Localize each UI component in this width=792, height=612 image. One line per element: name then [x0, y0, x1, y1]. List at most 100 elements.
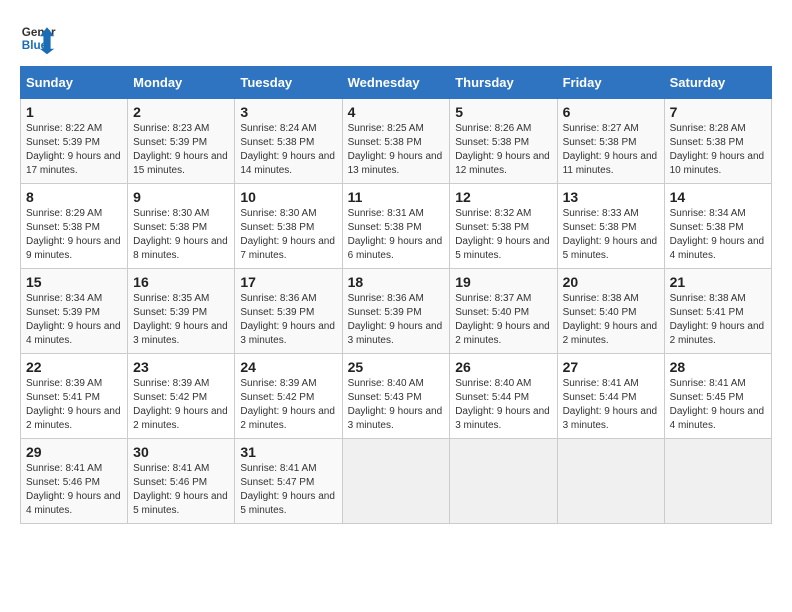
sunset-label: Sunset: 5:39 PM: [348, 307, 422, 318]
day-number: 22: [26, 359, 122, 375]
weekday-header-saturday: Saturday: [664, 67, 771, 99]
sunrise-label: Sunrise: 8:34 AM: [26, 293, 102, 304]
day-info: Sunrise: 8:39 AM Sunset: 5:42 PM Dayligh…: [240, 377, 336, 433]
day-number: 9: [133, 189, 229, 205]
sunrise-label: Sunrise: 8:41 AM: [240, 463, 316, 474]
sunrise-label: Sunrise: 8:33 AM: [563, 208, 639, 219]
sunset-label: Sunset: 5:45 PM: [670, 392, 744, 403]
day-info: Sunrise: 8:34 AM Sunset: 5:38 PM Dayligh…: [670, 207, 766, 263]
day-number: 13: [563, 189, 659, 205]
day-number: 30: [133, 444, 229, 460]
calendar-cell: 19 Sunrise: 8:37 AM Sunset: 5:40 PM Dayl…: [450, 269, 557, 354]
calendar-cell: 30 Sunrise: 8:41 AM Sunset: 5:46 PM Dayl…: [128, 439, 235, 524]
sunrise-label: Sunrise: 8:31 AM: [348, 208, 424, 219]
sunset-label: Sunset: 5:39 PM: [133, 137, 207, 148]
day-number: 18: [348, 274, 445, 290]
day-info: Sunrise: 8:30 AM Sunset: 5:38 PM Dayligh…: [240, 207, 336, 263]
day-number: 16: [133, 274, 229, 290]
calendar-cell: 25 Sunrise: 8:40 AM Sunset: 5:43 PM Dayl…: [342, 354, 450, 439]
calendar-cell: 8 Sunrise: 8:29 AM Sunset: 5:38 PM Dayli…: [21, 184, 128, 269]
day-info: Sunrise: 8:37 AM Sunset: 5:40 PM Dayligh…: [455, 292, 551, 348]
calendar-cell: 21 Sunrise: 8:38 AM Sunset: 5:41 PM Dayl…: [664, 269, 771, 354]
sunset-label: Sunset: 5:38 PM: [133, 222, 207, 233]
calendar-cell: 28 Sunrise: 8:41 AM Sunset: 5:45 PM Dayl…: [664, 354, 771, 439]
sunset-label: Sunset: 5:39 PM: [26, 307, 100, 318]
calendar-cell: 1 Sunrise: 8:22 AM Sunset: 5:39 PM Dayli…: [21, 99, 128, 184]
day-info: Sunrise: 8:38 AM Sunset: 5:40 PM Dayligh…: [563, 292, 659, 348]
calendar-cell: 4 Sunrise: 8:25 AM Sunset: 5:38 PM Dayli…: [342, 99, 450, 184]
calendar-cell: 5 Sunrise: 8:26 AM Sunset: 5:38 PM Dayli…: [450, 99, 557, 184]
calendar-cell: 16 Sunrise: 8:35 AM Sunset: 5:39 PM Dayl…: [128, 269, 235, 354]
sunrise-label: Sunrise: 8:39 AM: [26, 378, 102, 389]
sunrise-label: Sunrise: 8:27 AM: [563, 123, 639, 134]
day-number: 31: [240, 444, 336, 460]
daylight-label: Daylight: 9 hours and 5 minutes.: [455, 236, 550, 261]
day-number: 24: [240, 359, 336, 375]
day-number: 26: [455, 359, 551, 375]
daylight-label: Daylight: 9 hours and 4 minutes.: [26, 491, 121, 516]
day-info: Sunrise: 8:30 AM Sunset: 5:38 PM Dayligh…: [133, 207, 229, 263]
calendar-cell: 22 Sunrise: 8:39 AM Sunset: 5:41 PM Dayl…: [21, 354, 128, 439]
calendar-week-row: 22 Sunrise: 8:39 AM Sunset: 5:41 PM Dayl…: [21, 354, 772, 439]
sunset-label: Sunset: 5:43 PM: [348, 392, 422, 403]
sunset-label: Sunset: 5:39 PM: [26, 137, 100, 148]
daylight-label: Daylight: 9 hours and 10 minutes.: [670, 151, 765, 176]
day-number: 5: [455, 104, 551, 120]
sunset-label: Sunset: 5:38 PM: [455, 222, 529, 233]
sunset-label: Sunset: 5:40 PM: [563, 307, 637, 318]
calendar-cell: 31 Sunrise: 8:41 AM Sunset: 5:47 PM Dayl…: [235, 439, 342, 524]
sunrise-label: Sunrise: 8:39 AM: [240, 378, 316, 389]
day-number: 21: [670, 274, 766, 290]
sunset-label: Sunset: 5:38 PM: [670, 222, 744, 233]
sunset-label: Sunset: 5:38 PM: [348, 137, 422, 148]
daylight-label: Daylight: 9 hours and 12 minutes.: [455, 151, 550, 176]
daylight-label: Daylight: 9 hours and 3 minutes.: [133, 321, 228, 346]
day-info: Sunrise: 8:33 AM Sunset: 5:38 PM Dayligh…: [563, 207, 659, 263]
calendar-cell: 2 Sunrise: 8:23 AM Sunset: 5:39 PM Dayli…: [128, 99, 235, 184]
daylight-label: Daylight: 9 hours and 15 minutes.: [133, 151, 228, 176]
calendar-cell: 10 Sunrise: 8:30 AM Sunset: 5:38 PM Dayl…: [235, 184, 342, 269]
sunrise-label: Sunrise: 8:30 AM: [240, 208, 316, 219]
sunrise-label: Sunrise: 8:25 AM: [348, 123, 424, 134]
calendar-cell: 14 Sunrise: 8:34 AM Sunset: 5:38 PM Dayl…: [664, 184, 771, 269]
day-info: Sunrise: 8:39 AM Sunset: 5:42 PM Dayligh…: [133, 377, 229, 433]
day-info: Sunrise: 8:41 AM Sunset: 5:45 PM Dayligh…: [670, 377, 766, 433]
calendar-cell: [557, 439, 664, 524]
sunset-label: Sunset: 5:41 PM: [26, 392, 100, 403]
day-number: 11: [348, 189, 445, 205]
weekday-header-friday: Friday: [557, 67, 664, 99]
day-info: Sunrise: 8:29 AM Sunset: 5:38 PM Dayligh…: [26, 207, 122, 263]
daylight-label: Daylight: 9 hours and 4 minutes.: [670, 236, 765, 261]
day-info: Sunrise: 8:36 AM Sunset: 5:39 PM Dayligh…: [240, 292, 336, 348]
day-info: Sunrise: 8:27 AM Sunset: 5:38 PM Dayligh…: [563, 122, 659, 178]
sunset-label: Sunset: 5:38 PM: [26, 222, 100, 233]
weekday-header-sunday: Sunday: [21, 67, 128, 99]
sunrise-label: Sunrise: 8:41 AM: [133, 463, 209, 474]
sunrise-label: Sunrise: 8:40 AM: [455, 378, 531, 389]
day-info: Sunrise: 8:40 AM Sunset: 5:44 PM Dayligh…: [455, 377, 551, 433]
day-number: 10: [240, 189, 336, 205]
daylight-label: Daylight: 9 hours and 3 minutes.: [563, 406, 658, 431]
sunrise-label: Sunrise: 8:30 AM: [133, 208, 209, 219]
daylight-label: Daylight: 9 hours and 13 minutes.: [348, 151, 443, 176]
sunset-label: Sunset: 5:42 PM: [240, 392, 314, 403]
sunset-label: Sunset: 5:44 PM: [455, 392, 529, 403]
daylight-label: Daylight: 9 hours and 4 minutes.: [26, 321, 121, 346]
day-number: 17: [240, 274, 336, 290]
sunset-label: Sunset: 5:38 PM: [563, 137, 637, 148]
calendar-cell: [664, 439, 771, 524]
sunrise-label: Sunrise: 8:26 AM: [455, 123, 531, 134]
sunset-label: Sunset: 5:44 PM: [563, 392, 637, 403]
daylight-label: Daylight: 9 hours and 8 minutes.: [133, 236, 228, 261]
day-info: Sunrise: 8:35 AM Sunset: 5:39 PM Dayligh…: [133, 292, 229, 348]
calendar-cell: [450, 439, 557, 524]
day-number: 23: [133, 359, 229, 375]
sunrise-label: Sunrise: 8:23 AM: [133, 123, 209, 134]
calendar-cell: 23 Sunrise: 8:39 AM Sunset: 5:42 PM Dayl…: [128, 354, 235, 439]
day-info: Sunrise: 8:38 AM Sunset: 5:41 PM Dayligh…: [670, 292, 766, 348]
calendar-cell: 12 Sunrise: 8:32 AM Sunset: 5:38 PM Dayl…: [450, 184, 557, 269]
day-info: Sunrise: 8:31 AM Sunset: 5:38 PM Dayligh…: [348, 207, 445, 263]
day-info: Sunrise: 8:32 AM Sunset: 5:38 PM Dayligh…: [455, 207, 551, 263]
sunset-label: Sunset: 5:38 PM: [240, 137, 314, 148]
day-number: 6: [563, 104, 659, 120]
